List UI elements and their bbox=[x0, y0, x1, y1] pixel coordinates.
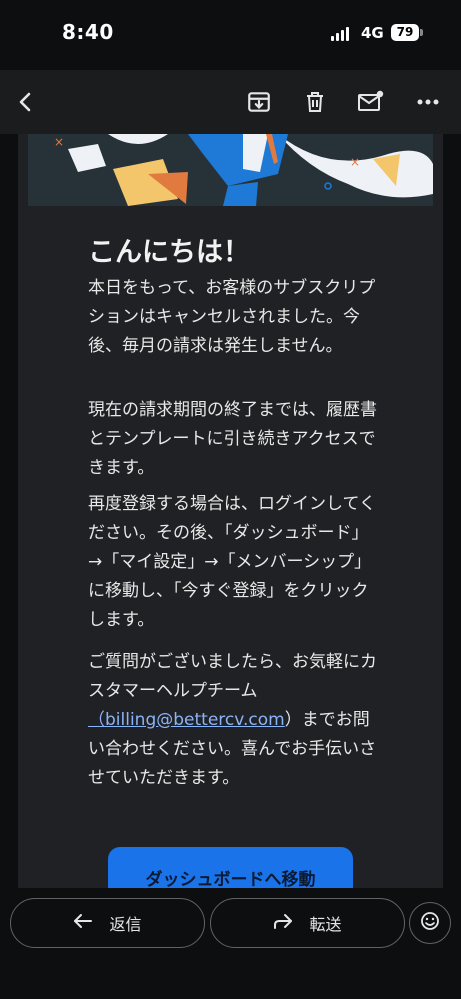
reply-label: 返信 bbox=[109, 915, 142, 934]
more-icon[interactable] bbox=[412, 86, 444, 118]
archive-icon[interactable] bbox=[243, 86, 275, 118]
back-arrow-icon[interactable] bbox=[10, 86, 42, 118]
mark-unread-icon[interactable] bbox=[355, 86, 387, 118]
svg-text:×: × bbox=[54, 135, 64, 149]
email-paragraph: ご質問がございましたら、お気軽にカスタマーヘルプチーム （billing@bett… bbox=[88, 648, 378, 793]
forward-icon bbox=[273, 912, 293, 934]
email-body: × × こんにちは！ 本日をもって、お客様のサブスクリプションはキャンセルされま… bbox=[18, 134, 443, 888]
battery-icon: 79 bbox=[391, 24, 419, 41]
reply-button[interactable]: 返信 bbox=[10, 898, 205, 948]
battery-tip bbox=[420, 29, 423, 36]
smiley-icon bbox=[420, 911, 440, 935]
svg-text:×: × bbox=[350, 155, 360, 169]
email-paragraph: 現在の請求期間の終了までは、履歴書とテンプレートに引き続きアクセスできます。 bbox=[88, 400, 377, 478]
status-bar: 8:40 4G 79 bbox=[0, 0, 461, 70]
delete-icon[interactable] bbox=[299, 86, 331, 118]
reply-icon bbox=[73, 912, 93, 934]
status-time: 8:40 bbox=[62, 20, 114, 44]
paragraph-text: ご質問がございましたら、お気軽にカスタマーヘルプチーム bbox=[88, 652, 377, 701]
email-greeting: こんにちは！ bbox=[88, 237, 250, 268]
billing-email-link[interactable]: （billing@bettercv.com bbox=[88, 710, 285, 730]
forward-button[interactable]: 転送 bbox=[210, 898, 405, 948]
email-paragraph: 再度登録する場合は、ログインしてください。その後、「ダッシュボード」→「マイ設定… bbox=[88, 494, 376, 630]
dashboard-button[interactable]: ダッシュボードへ移動 bbox=[108, 847, 353, 888]
bottom-action-bar: 返信 転送 bbox=[0, 888, 461, 999]
network-type: 4G bbox=[361, 24, 384, 42]
email-toolbar bbox=[0, 70, 461, 134]
email-paragraph: 本日をもって、お客様のサブスクリプションはキャンセルされました。今後、毎月の請求… bbox=[88, 278, 376, 356]
signal-icon bbox=[331, 27, 349, 41]
forward-label: 転送 bbox=[309, 915, 342, 934]
header-illustration: × × bbox=[28, 134, 433, 206]
emoji-reaction-button[interactable] bbox=[409, 902, 451, 944]
